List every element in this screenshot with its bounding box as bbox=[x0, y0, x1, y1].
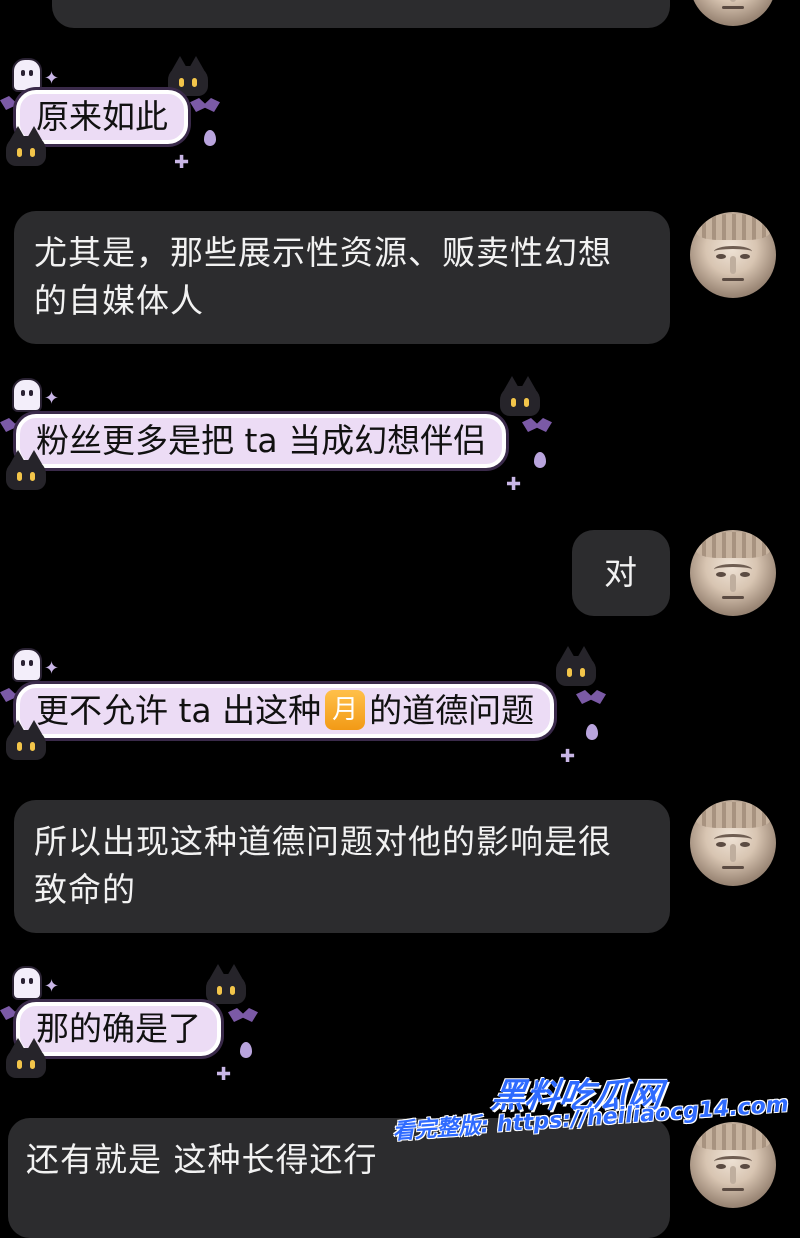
message-line: 所以出现这种道德问题对他的影响是很 bbox=[34, 822, 612, 861]
user-avatar[interactable] bbox=[690, 212, 776, 298]
cat-icon bbox=[500, 376, 540, 416]
sparkle-icon: ✦ bbox=[44, 68, 60, 89]
message-text: 更不允许 ta 出这种 bbox=[36, 691, 322, 730]
cat-icon bbox=[556, 646, 596, 686]
user-avatar[interactable] bbox=[690, 0, 776, 26]
message-bubble[interactable]: 尤其是，那些展示性资源、贩卖性幻想 的自媒体人 bbox=[14, 211, 670, 344]
moon-emoji-icon: 月 bbox=[325, 689, 366, 730]
sticker-bubble-text: 粉丝更多是把 ta 当成幻想伴侣 bbox=[16, 414, 507, 468]
sticker-message[interactable]: ✦ 更不允许 ta 出这种月的道德问题 ✚ bbox=[0, 646, 606, 766]
bat-icon bbox=[228, 1008, 258, 1022]
drop-icon bbox=[240, 1042, 252, 1058]
sparkle-icon: ✚ bbox=[174, 152, 190, 173]
sparkle-icon: ✦ bbox=[44, 388, 60, 409]
sparkle-icon: ✚ bbox=[506, 474, 522, 495]
sticker-message[interactable]: ✦ 原来如此 ✚ bbox=[0, 56, 220, 172]
message-bubble[interactable]: 所以出现这种道德问题对他的影响是很 致命的 bbox=[14, 800, 670, 933]
sparkle-icon: ✦ bbox=[44, 658, 60, 679]
bat-icon bbox=[522, 418, 552, 432]
message-bubble[interactable]: 对 bbox=[572, 530, 670, 616]
ghost-icon bbox=[12, 966, 42, 1000]
message-bubble[interactable]: 还有就是 这种长得还行 bbox=[8, 1118, 670, 1238]
cat-icon bbox=[6, 1038, 46, 1078]
user-avatar[interactable] bbox=[690, 530, 776, 616]
cat-icon bbox=[206, 964, 246, 1004]
message-line: 尤其是，那些展示性资源、贩卖性幻想 bbox=[34, 233, 612, 272]
ghost-icon bbox=[12, 648, 42, 682]
message-text: 的道德问题 bbox=[369, 691, 535, 730]
cat-icon bbox=[6, 450, 46, 490]
cat-icon bbox=[6, 720, 46, 760]
sticker-message[interactable]: ✦ 那的确是了 ✚ bbox=[0, 964, 258, 1084]
sparkle-icon: ✦ bbox=[44, 976, 60, 997]
user-avatar[interactable] bbox=[690, 1122, 776, 1208]
bat-icon bbox=[190, 98, 220, 112]
message-line: 的自媒体人 bbox=[34, 281, 204, 320]
message-line: 还有就是 这种长得还行 bbox=[26, 1140, 378, 1179]
cat-icon bbox=[6, 126, 46, 166]
message-line: 致命的 bbox=[34, 870, 136, 909]
message-bubble[interactable] bbox=[52, 0, 670, 28]
sticker-bubble-text: 那的确是了 bbox=[16, 1002, 221, 1056]
user-avatar[interactable] bbox=[690, 800, 776, 886]
drop-icon bbox=[586, 724, 598, 740]
drop-icon bbox=[534, 452, 546, 468]
sparkle-icon: ✚ bbox=[216, 1064, 232, 1085]
bat-icon bbox=[576, 690, 606, 704]
ghost-icon bbox=[12, 58, 42, 92]
ghost-icon bbox=[12, 378, 42, 412]
sticker-message[interactable]: ✦ 粉丝更多是把 ta 当成幻想伴侣 ✚ bbox=[0, 376, 552, 494]
sparkle-icon: ✚ bbox=[560, 746, 576, 767]
sticker-bubble-text: 更不允许 ta 出这种月的道德问题 bbox=[16, 684, 555, 738]
message-line: 对 bbox=[604, 553, 638, 592]
drop-icon bbox=[204, 130, 216, 146]
